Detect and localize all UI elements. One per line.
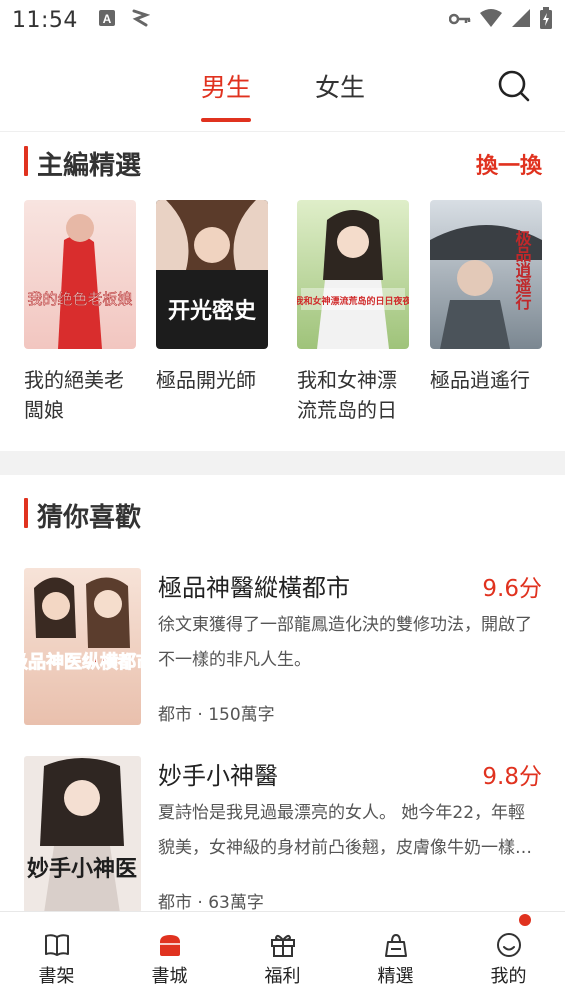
cover-text: 极品神医纵横都市 xyxy=(24,651,141,673)
bag-icon xyxy=(384,933,407,957)
nav-label: 書架 xyxy=(38,966,75,987)
book-cover: 极品逍遥行 xyxy=(430,200,542,349)
smile-icon xyxy=(496,933,521,957)
book-cover: 我和女神漂流荒岛的日日夜夜 xyxy=(297,200,409,349)
book-cover: 极品神医纵横都市 xyxy=(24,568,141,725)
list-item[interactable]: 极品神医纵横都市 極品神醫縱橫都市 9.6分 徐文東獲得了一部龍鳳造化決的雙修功… xyxy=(24,568,542,725)
pick-title: 我的絕美老闆娘 xyxy=(24,368,124,422)
cover-text: 妙手小神医 xyxy=(27,856,137,882)
nav-welfare[interactable]: 福利 xyxy=(226,912,339,1004)
book-score: 9.6分 xyxy=(482,576,542,602)
nav-featured[interactable]: 精選 xyxy=(339,912,452,1004)
status-time: 11:54 xyxy=(12,7,78,33)
cover-text: 极品逍遥行 xyxy=(513,229,533,311)
refresh-button[interactable]: 換一換 xyxy=(476,148,542,180)
book-title: 極品神醫縱橫都市 xyxy=(158,574,350,602)
editor-pick-item[interactable]: 我的绝色老板娘 我的絕美老闆娘 xyxy=(24,200,136,425)
nav-store[interactable]: 書城 xyxy=(113,912,226,1004)
store-icon xyxy=(159,935,180,956)
search-icon xyxy=(498,70,530,102)
svg-text:A: A xyxy=(103,12,112,26)
editor-pick-item[interactable]: 极品逍遥行 極品逍遙行 xyxy=(430,200,542,425)
section-accent-bar xyxy=(24,498,28,528)
tab-male[interactable]: 男生 xyxy=(201,68,251,104)
nav-bookshelf[interactable]: 書架 xyxy=(0,912,113,1004)
battery-charging-icon xyxy=(539,7,553,33)
book-cover: 开光密史 xyxy=(156,200,268,349)
section-accent-bar xyxy=(24,146,28,176)
font-a-icon: A xyxy=(98,9,116,31)
book-cover: 妙手小神医 xyxy=(24,756,141,913)
notification-badge xyxy=(519,914,531,926)
editor-pick-item[interactable]: 我和女神漂流荒岛的日日夜夜 我和女神漂流荒岛的日 xyxy=(297,200,409,425)
section-divider xyxy=(0,451,565,475)
tab-female[interactable]: 女生 xyxy=(315,68,365,104)
search-button[interactable] xyxy=(496,68,532,104)
editor-picks-title: 主編精選 xyxy=(37,151,142,181)
key-icon xyxy=(448,11,471,30)
gift-icon xyxy=(270,934,295,957)
book-cover: 我的绝色老板娘 xyxy=(24,200,136,349)
book-meta: 都市 · 150萬字 xyxy=(158,705,275,725)
list-item[interactable]: 妙手小神医 妙手小神醫 9.8分 夏詩怡是我見過最漂亮的女人。 她今年22，年輕… xyxy=(24,756,542,913)
nav-label: 福利 xyxy=(264,966,301,987)
book-description: 徐文東獲得了一部龍鳳造化決的雙修功法，開啟了不一樣的非凡人生。 xyxy=(158,615,532,670)
book-title: 妙手小神醫 xyxy=(158,762,278,790)
book-score: 9.8分 xyxy=(482,764,542,790)
book-meta: 都市 · 63萬字 xyxy=(158,893,264,913)
status-bar: 11:54 A xyxy=(0,0,565,40)
cover-text: 开光密史 xyxy=(168,298,257,324)
signal-spark-icon xyxy=(130,7,151,33)
pick-title: 極品逍遙行 xyxy=(430,368,530,392)
pick-title: 極品開光師 xyxy=(156,368,256,392)
cover-text: 我和女神漂流荒岛的日日夜夜 xyxy=(297,295,409,307)
nav-profile[interactable]: 我的 xyxy=(452,912,565,1004)
bottom-nav: 書架 書城 福利 精選 我的 xyxy=(0,911,565,1004)
wifi-icon xyxy=(479,8,503,32)
recommend-title: 猜你喜歡 xyxy=(37,503,142,533)
pick-title: 我和女神漂流荒岛的日 xyxy=(297,368,397,422)
tab-active-indicator xyxy=(201,118,251,122)
nav-label: 書城 xyxy=(151,966,188,987)
cover-text: 我的绝色老板娘 xyxy=(27,290,132,308)
book-description: 夏詩怡是我見過最漂亮的女人。 她今年22，年輕貌美，女神級的身材前凸後翹，皮膚像… xyxy=(158,803,532,858)
book-icon xyxy=(44,934,69,956)
nav-label: 我的 xyxy=(490,966,527,987)
nav-label: 精選 xyxy=(377,966,414,987)
cell-signal-icon xyxy=(511,8,531,32)
top-tab-bar: 男生 女生 xyxy=(0,40,565,132)
editor-pick-item[interactable]: 开光密史 極品開光師 xyxy=(156,200,268,425)
